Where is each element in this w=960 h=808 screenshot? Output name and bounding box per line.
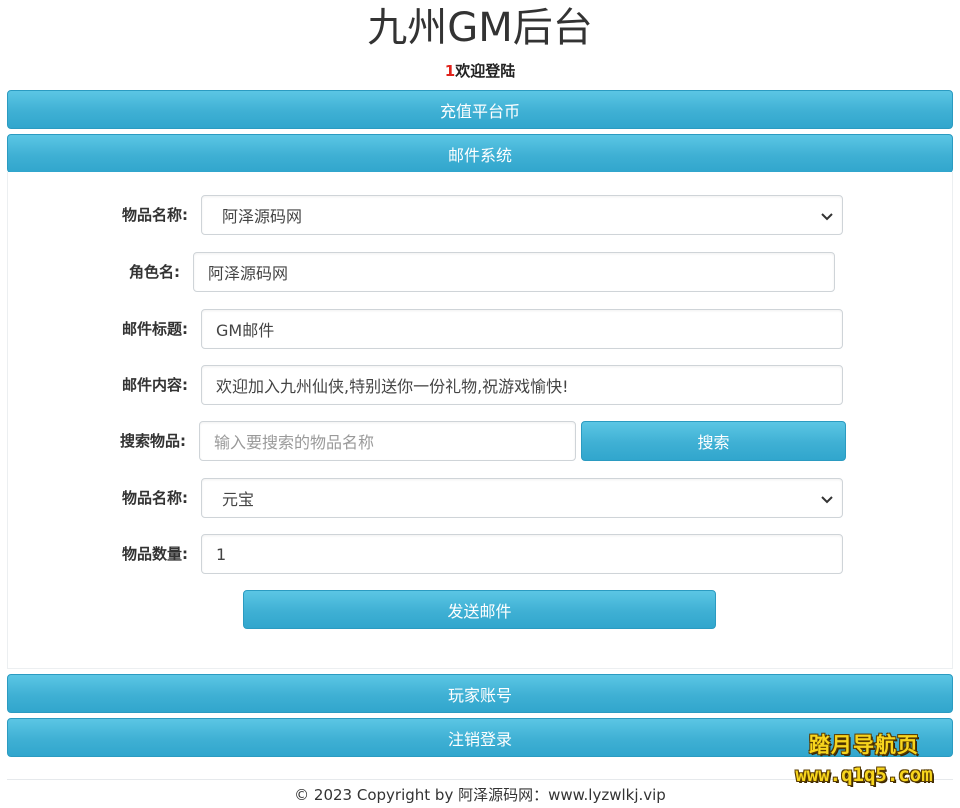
item-name-value: 元宝 — [222, 490, 255, 509]
send-mail-button[interactable]: 发送邮件 — [243, 590, 716, 629]
search-item-label: 搜索物品: — [120, 432, 186, 450]
mail-content-value: 欢迎加入九州仙侠,特别送你一份礼物,祝游戏愉快! — [216, 377, 569, 396]
welcome-text: 欢迎登陆 — [455, 62, 516, 80]
mail-subject-value: GM邮件 — [216, 321, 275, 340]
role-name-value: 阿泽源码网 — [208, 264, 289, 283]
chevron-down-icon — [821, 213, 833, 221]
site-watermark: 踏月导航页 www.q1q5.com — [776, 730, 952, 796]
item-quantity-input[interactable]: 1 — [201, 534, 843, 574]
role-name-input[interactable]: 阿泽源码网 — [193, 252, 835, 292]
item-quantity-label: 物品数量: — [122, 545, 188, 563]
item-select-value: 阿泽源码网 — [222, 207, 303, 226]
item-quantity-value: 1 — [216, 544, 227, 564]
page-title: 九州GM后台 — [367, 5, 593, 51]
mail-subject-input[interactable]: GM邮件 — [201, 309, 843, 349]
mail-content-label: 邮件内容: — [122, 376, 188, 394]
item-select-dropdown[interactable]: 阿泽源码网 — [201, 195, 843, 235]
item-name-label: 物品名称: — [122, 489, 188, 507]
search-button[interactable]: 搜索 — [581, 421, 846, 461]
mail-content-input[interactable]: 欢迎加入九州仙侠,特别送你一份礼物,祝游戏愉快! — [201, 365, 843, 405]
watermark-title: 踏月导航页 — [809, 733, 919, 757]
item-select-label: 物品名称: — [122, 206, 188, 224]
user-id: 1 — [444, 62, 456, 80]
chevron-down-icon — [821, 496, 833, 504]
role-name-label: 角色名: — [129, 263, 180, 281]
search-item-placeholder: 输入要搜索的物品名称 — [214, 433, 375, 452]
search-item-input[interactable]: 输入要搜索的物品名称 — [199, 421, 576, 461]
player-account-button[interactable]: 玩家账号 — [7, 674, 953, 713]
watermark-url: www.q1q5.com — [795, 764, 933, 786]
recharge-platform-coin-button[interactable]: 充值平台币 — [7, 90, 953, 129]
mail-system-button[interactable]: 邮件系统 — [7, 134, 953, 173]
item-name-dropdown[interactable]: 元宝 — [201, 478, 843, 518]
welcome-message: 1欢迎登陆 — [0, 60, 960, 82]
mail-subject-label: 邮件标题: — [122, 320, 188, 338]
page: 九州GM后台 1欢迎登陆 充值平台币 邮件系统 物品名称: 阿泽源码网 角色名:… — [0, 0, 960, 808]
